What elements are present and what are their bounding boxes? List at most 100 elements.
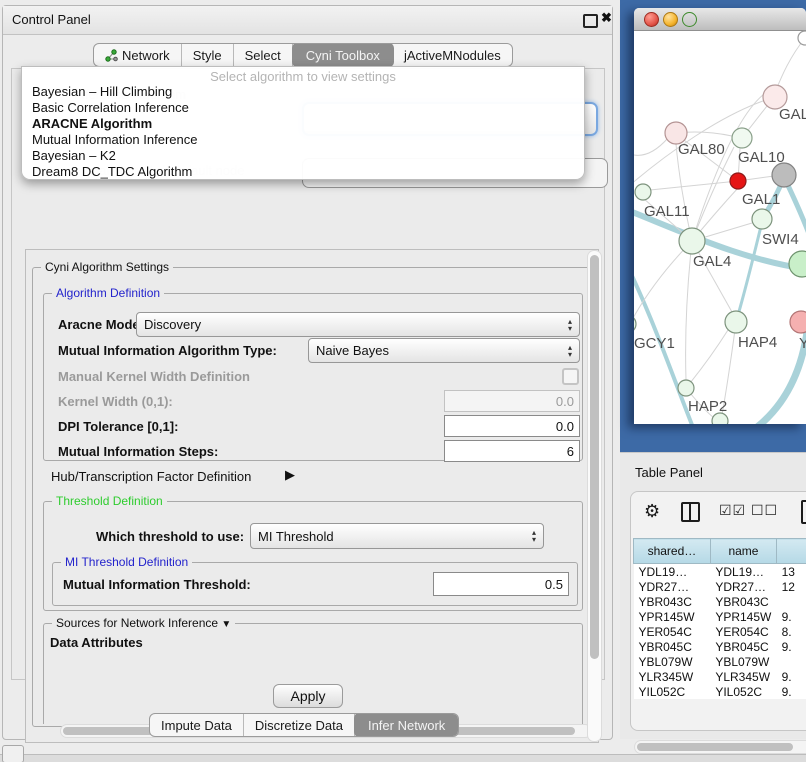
tab-select[interactable]: Select [234,44,293,66]
network-node-gal10[interactable] [732,128,752,148]
algorithm-option-selected[interactable]: ARACNE Algorithm [22,116,584,132]
cell[interactable]: 13 [777,564,806,580]
algorithm-option[interactable]: Basic Correlation Inference [22,100,584,116]
algorithm-option[interactable]: Dream8 DC_TDC Algorithm [22,164,584,180]
cell[interactable]: YBR043C [710,594,776,609]
cell[interactable]: YBL079W [710,654,776,669]
cell[interactable]: YPR145W [710,609,776,624]
table-row[interactable]: YDR27…YDR27…12 [634,579,806,594]
cell[interactable] [777,594,806,609]
zoom-traffic-icon[interactable] [682,12,697,27]
cell[interactable]: YDL19… [634,564,711,580]
mi-threshold-field[interactable]: 0.5 [433,572,569,596]
network-node-gal11[interactable] [635,184,651,200]
cell[interactable]: YDR27… [634,579,711,594]
table-h-scrollbar-thumb[interactable] [637,743,793,751]
network-edge[interactable] [736,222,762,322]
minimize-traffic-icon[interactable] [663,12,678,27]
kernel-width-field[interactable]: 0.0 [444,390,580,412]
cell[interactable]: YBR043C [634,594,711,609]
tab-discretize-data[interactable]: Discretize Data [244,714,355,736]
network-node-gal1[interactable] [752,209,772,229]
close-traffic-icon[interactable] [644,12,659,27]
network-node-hap2[interactable] [678,380,694,396]
cell[interactable]: YLR345W [634,669,711,684]
table-row[interactable]: YER054CYER054C8. [634,624,806,639]
tab-infer-network[interactable]: Infer Network [354,713,459,737]
mi-algorithm-type-combobox[interactable]: Naive Bayes ▴▾ [308,338,580,363]
new-column-icon[interactable] [801,500,806,524]
settings-v-scrollbar[interactable] [587,250,602,742]
cell[interactable]: YDR27… [710,579,776,594]
aracne-mode-combobox[interactable]: Discovery ▴▾ [136,312,580,337]
algorithm-option[interactable]: Bayesian – Hill Climbing [22,84,584,100]
tab-impute-data[interactable]: Impute Data [150,714,244,736]
float-window-icon[interactable] [583,14,598,28]
network-node-gal4[interactable] [679,228,705,254]
table-row[interactable]: YLR345WYLR345W9. [634,669,806,684]
bottom-left-button[interactable] [2,745,24,762]
tab-network[interactable]: Network [94,44,182,66]
mi-steps-field[interactable]: 6 [444,440,580,462]
network-edge[interactable] [650,181,738,190]
dpi-tolerance-field[interactable]: 0.0 [444,415,580,437]
tab-cyni-toolbox[interactable]: Cyni Toolbox [292,43,394,67]
cell[interactable]: YIL052C [634,684,711,699]
network-node-hap4[interactable] [725,311,747,333]
columns-icon[interactable] [681,502,700,522]
table-row[interactable]: YBR045CYBR045C9. [634,639,806,654]
table-row[interactable]: YDL19…YDL19…13 [634,564,806,580]
deselect-all-checks-icon[interactable]: ☐☐ [751,502,778,519]
cell[interactable]: YBL079W [634,654,711,669]
cell[interactable]: 9. [777,669,806,684]
table-h-scrollbar[interactable] [634,740,806,754]
network-edge[interactable] [634,138,668,155]
cell[interactable]: 8. [777,624,806,639]
gear-icon[interactable]: ⚙ [644,501,660,522]
which-threshold-combobox[interactable]: MI Threshold ▴▾ [250,523,544,549]
network-canvas[interactable]: GAL80GAL10GALGAL1GAL11GAL4SWI4GCY1HAP4YH… [634,30,806,424]
column-header[interactable] [777,539,806,564]
network-node-gcy1[interactable] [634,315,636,333]
tab-style[interactable]: Style [182,44,234,66]
network-node[interactable] [798,31,806,45]
algorithm-option[interactable]: Bayesian – K2 [22,148,584,164]
table-row[interactable]: YBL079WYBL079W [634,654,806,669]
manual-kernel-width-checkbox[interactable] [562,368,579,385]
cell[interactable]: YPR145W [634,609,711,624]
tab-jactivemnodules[interactable]: jActiveMNodules [393,44,512,66]
network-edge[interactable] [692,147,734,241]
cell[interactable] [777,654,806,669]
network-node-y[interactable] [790,311,806,333]
network-node[interactable] [730,173,746,189]
cell[interactable]: YLR345W [710,669,776,684]
network-node-swi4[interactable] [789,251,806,277]
network-node[interactable] [772,163,796,187]
network-edge[interactable] [686,330,728,388]
cell[interactable]: YBR045C [710,639,776,654]
cell[interactable]: 9. [777,684,806,699]
settings-v-scrollbar-thumb[interactable] [590,255,599,659]
apply-button[interactable]: Apply [273,684,343,708]
close-icon[interactable]: ✖ [601,10,612,26]
column-header[interactable]: shared… [634,539,711,564]
column-header[interactable]: name [710,539,776,564]
network-edge[interactable] [776,38,805,90]
network-node[interactable] [712,413,728,424]
cell[interactable]: 9. [777,639,806,654]
cell[interactable]: YER054C [710,624,776,639]
network-edge[interactable] [686,241,692,380]
algorithm-option[interactable]: Mutual Information Inference [22,132,584,148]
cell[interactable]: 9. [777,609,806,624]
table-row[interactable]: YIL052CYIL052C9. [634,684,806,699]
cell[interactable]: 12 [777,579,806,594]
cell[interactable]: YER054C [634,624,711,639]
network-edge[interactable] [676,144,692,241]
table-row[interactable]: YPR145WYPR145W9. [634,609,806,624]
cell[interactable]: YDL19… [710,564,776,580]
network-window-titlebar[interactable] [634,8,806,31]
hub-expand-arrow-icon[interactable]: ▶ [285,467,295,483]
network-edge[interactable] [634,241,692,320]
network-canvas-area[interactable]: GAL80GAL10GALGAL1GAL11GAL4SWI4GCY1HAP4YH… [634,30,806,424]
select-all-checks-icon[interactable]: ☑☑ [719,502,746,519]
